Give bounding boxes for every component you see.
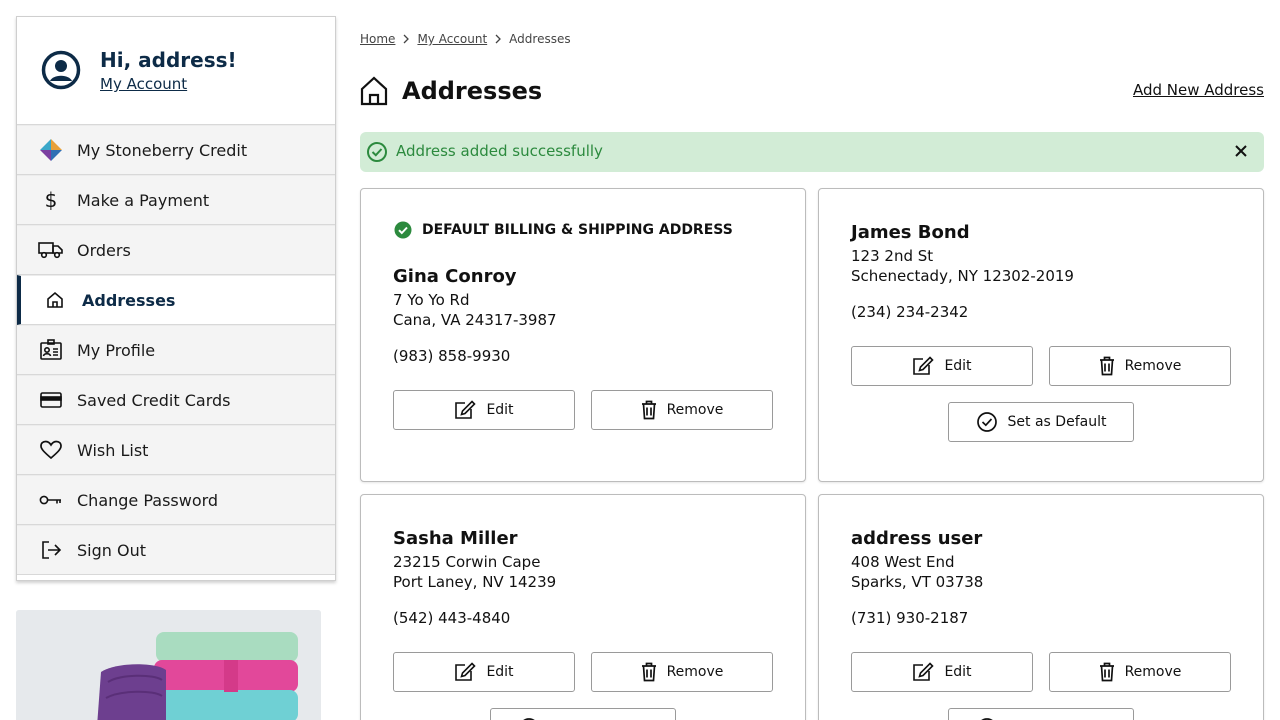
trash-icon [1099, 356, 1114, 376]
sidebar-item-stoneberry-credit[interactable]: My Stoneberry Credit [17, 125, 335, 175]
remove-address-button[interactable]: Remove [591, 390, 773, 430]
sidebar-item-label: Addresses [82, 290, 176, 310]
address-street: 408 West End [851, 553, 955, 571]
heart-icon [38, 437, 64, 463]
address-street: 23215 Corwin Cape [393, 553, 541, 571]
address-name: Sasha Miller [393, 528, 518, 549]
sidebar-item-addresses[interactable]: Addresses [17, 275, 335, 325]
account-sidebar: Hi, address! My Account My Stoneberry Cr… [16, 16, 336, 581]
my-account-link[interactable]: My Account [100, 75, 187, 93]
home-icon [42, 287, 68, 313]
user-greeting: Hi, address! My Account [17, 17, 335, 125]
edit-address-button[interactable]: Edit [393, 652, 575, 692]
sidebar-item-label: Orders [77, 240, 131, 260]
address-city: Sparks, VT 03738 [851, 573, 984, 591]
key-icon [38, 487, 64, 513]
address-name: Gina Conroy [393, 266, 517, 287]
trash-icon [1099, 662, 1114, 682]
sidebar-item-wish-list[interactable]: Wish List [17, 425, 335, 475]
sign-out-icon [38, 537, 64, 563]
sidebar-item-orders[interactable]: Orders [17, 225, 335, 275]
edit-icon [455, 400, 477, 419]
address-city: Schenectady, NY 12302-2019 [851, 267, 1074, 285]
sidebar-item-label: Saved Credit Cards [77, 390, 231, 410]
sidebar-item-label: Change Password [77, 490, 219, 510]
address-street: 7 Yo Yo Rd [393, 291, 470, 309]
remove-address-button[interactable]: Remove [591, 652, 773, 692]
address-card: DEFAULT BILLING & SHIPPING ADDRESS Gina … [360, 188, 806, 482]
address-card: Sasha Miller 23215 Corwin Cape Port Lane… [360, 494, 806, 720]
alert-message: Address added successfully [396, 142, 603, 160]
sidebar-item-label: Make a Payment [77, 190, 210, 210]
towels-image [16, 610, 321, 720]
add-new-address-link[interactable]: Add New Address [1133, 81, 1264, 99]
sidebar-item-label: Wish List [77, 440, 149, 460]
sidebar-item-sign-out[interactable]: Sign Out [17, 525, 335, 575]
sidebar-item-label: Sign Out [77, 540, 146, 560]
check-circle-icon [367, 142, 387, 162]
set-as-default-button[interactable]: Set as Default [948, 402, 1134, 442]
set-as-default-button[interactable]: Set as Default [490, 708, 676, 720]
breadcrumb-home-link[interactable]: Home [360, 32, 395, 46]
breadcrumb: Home My Account Addresses [360, 32, 571, 46]
profile-card-icon [38, 337, 64, 363]
address-phone: (983) 858-9930 [393, 347, 511, 365]
address-city: Cana, VA 24317-3987 [393, 311, 557, 329]
dollar-icon: $ [38, 187, 64, 213]
credit-card-icon [38, 387, 64, 413]
trash-icon [641, 400, 656, 420]
sidebar-item-saved-credit-cards[interactable]: Saved Credit Cards [17, 375, 335, 425]
sidebar-item-my-profile[interactable]: My Profile [17, 325, 335, 375]
remove-address-button[interactable]: Remove [1049, 652, 1231, 692]
remove-address-button[interactable]: Remove [1049, 346, 1231, 386]
breadcrumb-current: Addresses [509, 32, 571, 46]
chevron-right-icon [403, 34, 410, 44]
truck-icon [38, 237, 64, 263]
close-icon[interactable] [1232, 142, 1250, 160]
address-phone: (542) 443-4840 [393, 609, 511, 627]
sidebar-item-make-payment[interactable]: $ Make a Payment [17, 175, 335, 225]
check-circle-icon [976, 412, 997, 432]
sidebar-item-label: My Stoneberry Credit [77, 140, 248, 160]
address-phone: (234) 234-2342 [851, 303, 969, 321]
edit-address-button[interactable]: Edit [851, 346, 1033, 386]
address-card: address user 408 West End Sparks, VT 037… [818, 494, 1264, 720]
address-phone: (731) 930-2187 [851, 609, 969, 627]
promo-banner-image[interactable] [16, 610, 321, 720]
edit-icon [455, 662, 477, 681]
address-name: James Bond [851, 222, 970, 243]
set-as-default-button[interactable]: Set as Default [948, 708, 1134, 720]
greeting-text: Hi, address! [100, 48, 237, 72]
svg-text:$: $ [45, 188, 58, 212]
sidebar-item-label: My Profile [77, 340, 156, 360]
default-address-badge: DEFAULT BILLING & SHIPPING ADDRESS [394, 221, 733, 239]
chevron-right-icon [495, 34, 502, 44]
success-alert: Address added successfully [360, 132, 1264, 172]
user-avatar-icon [41, 50, 81, 90]
edit-address-button[interactable]: Edit [393, 390, 575, 430]
breadcrumb-my-account-link[interactable]: My Account [417, 32, 487, 46]
address-street: 123 2nd St [851, 247, 934, 265]
edit-address-button[interactable]: Edit [851, 652, 1033, 692]
stoneberry-logo-icon [38, 137, 64, 163]
page-title: Addresses [402, 77, 543, 105]
page-header: Addresses Add New Address [360, 76, 1264, 108]
sidebar-item-change-password[interactable]: Change Password [17, 475, 335, 525]
address-name: address user [851, 528, 983, 549]
edit-icon [913, 356, 935, 375]
address-card: James Bond 123 2nd St Schenectady, NY 12… [818, 188, 1264, 482]
home-icon [360, 76, 388, 106]
edit-icon [913, 662, 935, 681]
check-circle-filled-icon [394, 221, 412, 239]
address-city: Port Laney, NV 14239 [393, 573, 557, 591]
trash-icon [641, 662, 656, 682]
